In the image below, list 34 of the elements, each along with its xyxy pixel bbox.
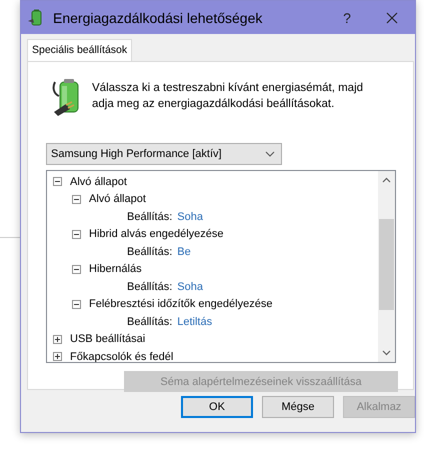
expand-icon[interactable]: [53, 334, 62, 344]
scroll-up-icon[interactable]: [382, 177, 391, 183]
setting-label: Beállítás:: [127, 210, 172, 223]
window-title: Energiagazdálkodási lehetőségek: [53, 10, 264, 26]
tree-item[interactable]: USB beállításai: [70, 333, 146, 346]
description-text: Válassza ki a testreszabni kívánt energiasémát, majd adja meg az energiagazdálkodási beállításokat.: [92, 81, 364, 112]
collapse-icon[interactable]: [72, 300, 81, 309]
dialog-button[interactable]: OK: [181, 396, 253, 418]
plan-dropdown[interactable]: Samsung High Performance [aktív]: [46, 143, 282, 165]
setting-value[interactable]: Be: [177, 246, 191, 258]
expand-icon[interactable]: [53, 352, 62, 362]
chevron-down-icon: [265, 151, 275, 157]
setting-value[interactable]: Soha: [177, 280, 203, 293]
setting-value[interactable]: Letiltás: [177, 316, 212, 328]
tree-item[interactable]: Főkapcsolók és fedél: [70, 350, 174, 362]
help-button[interactable]: ?: [325, 10, 369, 26]
tree-item[interactable]: Felébresztési időzítők engedélyezése: [89, 298, 272, 310]
tree-item[interactable]: Alvó állapot: [89, 193, 146, 206]
collapse-icon[interactable]: [72, 194, 81, 204]
scroll-thumb[interactable]: [379, 219, 394, 310]
setting-label: Beállítás:: [127, 280, 172, 293]
collapse-icon[interactable]: [72, 230, 81, 239]
tree-item[interactable]: Hibernálás: [89, 263, 142, 276]
tree-item[interactable]: Alvó állapot: [70, 176, 127, 188]
collapse-icon[interactable]: [53, 177, 62, 186]
tree-item[interactable]: Hibrid alvás engedélyezése: [89, 228, 224, 240]
scrollbar[interactable]: [378, 171, 395, 362]
setting-value[interactable]: Soha: [177, 210, 203, 223]
tab[interactable]: Speciális beállítások: [27, 39, 132, 61]
scroll-down-icon[interactable]: [382, 350, 391, 356]
collapse-icon[interactable]: [72, 264, 81, 274]
setting-label: Beállítás:: [127, 246, 172, 258]
dialog-button[interactable]: Mégse: [262, 396, 334, 418]
setting-label: Beállítás:: [127, 316, 172, 328]
